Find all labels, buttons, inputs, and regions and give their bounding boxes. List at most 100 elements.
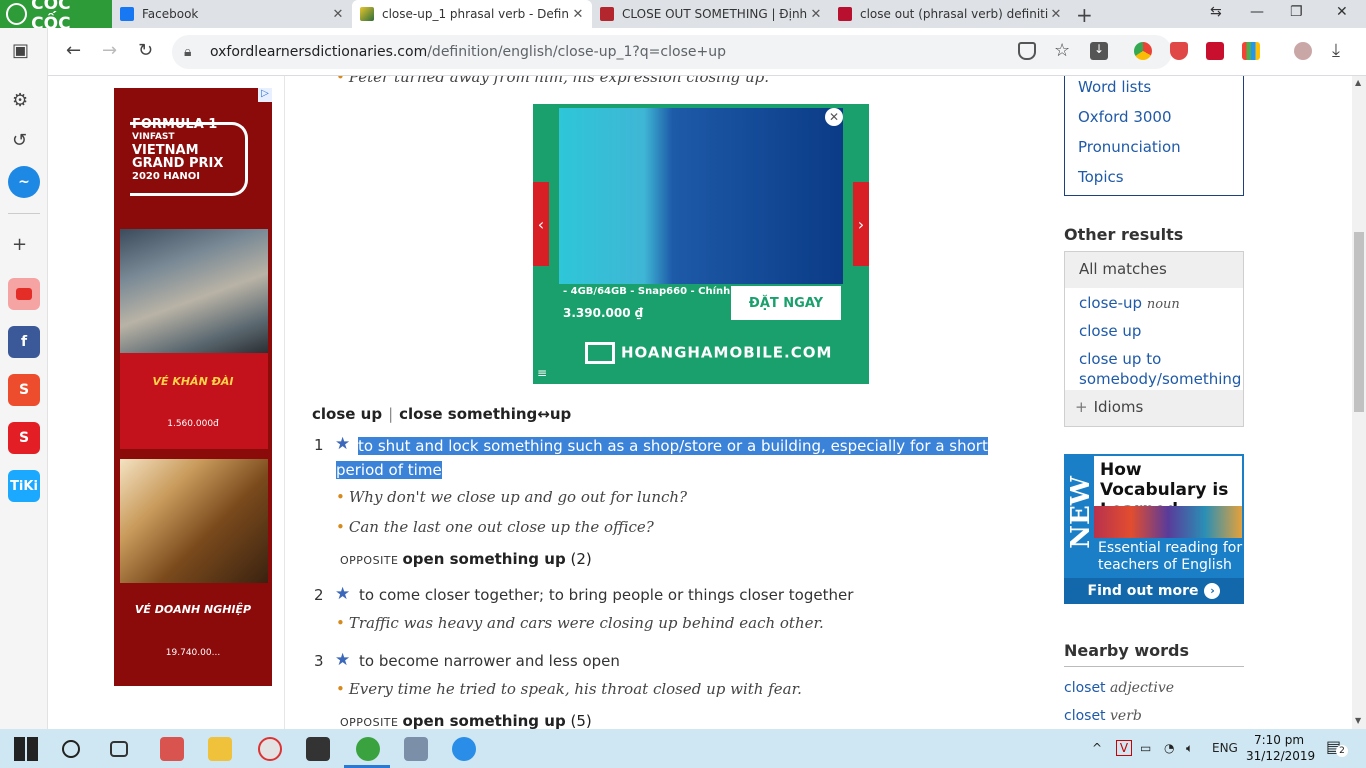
match-link[interactable]: close-up noun [1079,294,1180,312]
facebook-icon[interactable]: f [8,326,40,358]
file-explorer-icon[interactable] [208,737,232,761]
link-word-lists[interactable]: Word lists [1078,78,1151,96]
other-results-title: Other results [1064,225,1184,244]
opposite-phrase[interactable]: open something up [402,712,565,729]
vocabulary-book-ad[interactable]: NEW How Vocabulary is Learned Essential … [1064,454,1244,604]
sidebar-divider [8,213,40,214]
match-link[interactable]: close up to somebody/something [1079,349,1241,389]
adblock-icon[interactable] [1170,42,1188,60]
extension-red-icon[interactable] [1206,42,1224,60]
tab-macmillan[interactable]: close out (phrasal verb) definition a ✕ [830,0,1070,28]
action-center-icon[interactable]: ▤ 2 [1326,737,1348,757]
scrollbar-thumb[interactable] [1354,232,1364,412]
tab-search-icon[interactable]: ⇆ [1210,4,1222,20]
carousel-prev-button[interactable]: ‹ [533,182,549,266]
download-page-icon[interactable]: ↓ [1090,42,1108,60]
book-title: How Vocabulary is Learned [1094,456,1242,520]
windows-start-icon[interactable] [14,737,38,761]
ad-order-button[interactable]: ĐẶT NGAY [731,286,841,320]
opposite-phrase[interactable]: open something up [402,550,565,568]
coccoc-taskbar-icon[interactable] [356,737,380,761]
sendo-icon[interactable]: S [8,422,40,454]
tab-title: Facebook [142,7,199,21]
find-out-more-button[interactable]: Find out more › [1064,578,1244,604]
link-oxford-3000[interactable]: Oxford 3000 [1078,108,1172,126]
example-sentence: • Every time he tried to speak, his throa… [336,680,802,698]
minimize-button[interactable]: — [1250,4,1264,20]
oxford3000-star-icon[interactable]: ★ [335,584,350,604]
match-link[interactable]: close up [1079,322,1141,340]
close-icon[interactable]: ✕ [808,7,824,22]
idioms-label: Idioms [1093,398,1144,416]
back-button[interactable]: ← [66,40,81,61]
volume-icon[interactable]: 🔈︎ [1186,741,1193,756]
scroll-down-icon[interactable]: ▼ [1355,716,1361,725]
downloads-icon[interactable]: ⤓ [1332,42,1350,60]
oxford3000-star-icon[interactable]: ★ [335,650,350,670]
coccoc-menu-button[interactable]: CỐC CỐC [0,0,112,34]
bookmark-star-icon[interactable]: ☆ [1054,42,1072,60]
history-icon[interactable]: ↺ [12,130,27,151]
messenger-icon[interactable]: ~ [8,166,40,198]
paint-app-icon[interactable] [258,737,282,761]
tab-facebook[interactable]: Facebook ✕ [112,0,352,28]
show-hidden-icons[interactable]: ^ [1092,741,1102,755]
f1-banner-ad[interactable]: ▷ FORMULA 1 VINFAST VIETNAM GRAND PRIX 2… [114,88,272,686]
new-tab-button[interactable]: + [1076,3,1093,27]
chrome-extension-icon[interactable] [1134,42,1152,60]
hoangha-mobile-ad[interactable]: ‹ › ✕ - 4GB/64GB - Snap660 - Chính 3.390… [533,104,869,384]
close-window-button[interactable]: ✕ [1336,4,1348,20]
sidebar-toggle-icon[interactable]: ▣ [12,40,29,61]
app-icon[interactable] [160,737,184,761]
browser-sidebar: ▣ ⚙ ↺ ~ + f S S TiKi [0,28,48,729]
close-icon[interactable]: ✕ [1048,7,1064,22]
close-icon[interactable]: ✕ [570,7,586,22]
plus-icon: + [1075,398,1088,416]
sticky-notes-icon[interactable] [306,737,330,761]
task-view-icon[interactable] [110,741,128,757]
ad-menu-icon[interactable]: ≡ [537,366,547,380]
tab-cambridge[interactable]: CLOSE OUT SOMETHING | Định ng ✕ [592,0,830,28]
link-topics[interactable]: Topics [1078,168,1124,186]
close-icon[interactable]: ✕ [330,7,346,22]
book-subtitle: Essential reading for teachers of Englis… [1098,540,1243,573]
tiki-icon[interactable]: TiKi [8,470,40,502]
adchoices-icon[interactable]: ▷ [258,88,272,102]
example-sentence: • Traffic was heavy and cars were closing… [336,614,824,632]
battery-icon[interactable]: ▭ [1140,741,1151,755]
sense-number: 1 [314,436,324,454]
youtube-icon[interactable] [8,278,40,310]
notification-count: 2 [1336,745,1348,757]
link-pronunciation[interactable]: Pronunciation [1078,138,1181,156]
nearby-link[interactable]: closet adjective [1064,680,1174,696]
shopee-icon[interactable]: S [8,374,40,406]
page-scrollbar[interactable]: ▲ ▼ [1352,76,1366,729]
tab-oxford[interactable]: close-up_1 phrasal verb - Definitio ✕ [352,0,592,28]
ticket-offer-1[interactable] [120,353,268,449]
zalo-icon[interactable] [452,737,476,761]
all-matches-header[interactable]: All matches [1065,252,1243,288]
input-language[interactable]: ENG [1212,741,1238,755]
idioms-toggle[interactable]: + Idioms [1065,390,1243,426]
extension-colorful-icon[interactable] [1242,42,1260,60]
carousel-next-button[interactable]: › [853,182,869,266]
forward-button[interactable]: → [102,40,117,61]
profile-avatar[interactable] [1294,42,1312,60]
scroll-up-icon[interactable]: ▲ [1355,78,1361,87]
app-icon[interactable] [404,737,428,761]
antivirus-icon[interactable]: V [1116,740,1132,756]
nearby-link[interactable]: closet verb [1064,708,1142,724]
add-icon[interactable]: + [12,234,27,255]
settings-icon[interactable]: ⚙ [12,90,28,111]
tab-title: close out (phrasal verb) definition a [860,7,1048,21]
wifi-icon[interactable]: ◔ [1164,741,1174,755]
ad-close-button[interactable]: ✕ [825,108,843,126]
search-icon[interactable] [62,740,80,758]
reload-button[interactable]: ↻ [138,40,153,61]
opposite-ref: (2) [570,550,592,568]
shield-icon[interactable] [1018,42,1036,60]
maximize-button[interactable]: ❐ [1290,4,1303,20]
system-clock[interactable]: 7:10 pm 31/12/2019 [1246,732,1315,764]
opposite-xref[interactable]: OPPOSITE open something up (5) [340,712,592,729]
opposite-xref[interactable]: OPPOSITE open something up (2) [340,550,592,568]
